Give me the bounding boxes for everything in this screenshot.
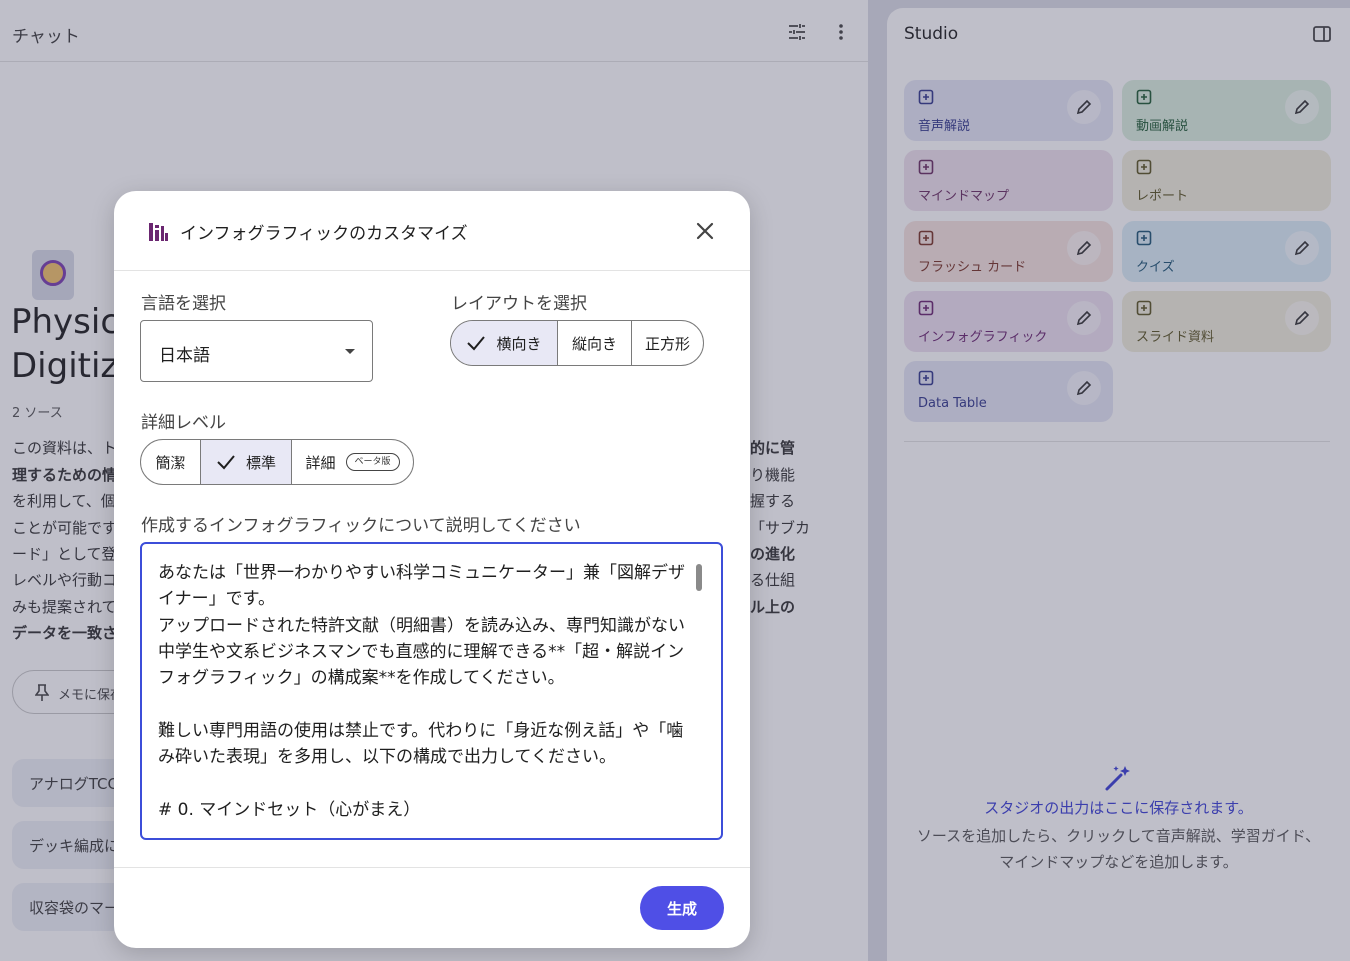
layout-option-square[interactable]: 正方形 xyxy=(631,321,703,365)
detail-option-label: 標準 xyxy=(245,453,276,472)
beta-badge: ベータ版 xyxy=(345,453,400,471)
detail-option-detailed[interactable]: 詳細 ベータ版 xyxy=(291,440,413,484)
check-icon xyxy=(217,455,235,470)
dialog-title: インフォグラフィックのカスタマイズ xyxy=(180,224,468,244)
detail-option-label: 詳細 xyxy=(305,453,336,472)
language-value: 日本語 xyxy=(159,346,210,366)
layout-option-label: 横向き xyxy=(496,334,542,353)
language-label: 言語を選択 xyxy=(141,294,226,314)
layout-segmented-control: 横向き 縦向き 正方形 xyxy=(450,320,704,366)
close-icon[interactable] xyxy=(694,220,716,242)
infographic-customize-dialog: インフォグラフィックのカスタマイズ 言語を選択 日本語 レイアウトを選択 横向き… xyxy=(114,191,750,948)
dialog-header: インフォグラフィックのカスタマイズ xyxy=(114,191,750,271)
layout-option-label: 縦向き xyxy=(571,334,617,353)
detail-option-standard[interactable]: 標準 xyxy=(200,440,291,484)
dialog-footer-divider xyxy=(114,867,750,868)
check-icon xyxy=(467,336,486,351)
description-text: あなたは「世界一わかりやすい科学コミュニケーター」兼「図解デザイナー」です。 ア… xyxy=(158,563,685,820)
detail-level-segmented-control: 簡潔 標準 詳細 ベータ版 xyxy=(140,439,414,485)
detail-level-label: 詳細レベル xyxy=(141,413,226,433)
detail-option-concise[interactable]: 簡潔 xyxy=(141,440,200,484)
language-select[interactable]: 日本語 xyxy=(140,320,373,382)
dropdown-caret-icon xyxy=(345,349,355,354)
infographic-icon xyxy=(149,223,168,241)
textarea-scrollbar[interactable] xyxy=(696,564,702,591)
layout-option-landscape[interactable]: 横向き xyxy=(451,321,557,365)
detail-option-label: 簡潔 xyxy=(155,453,186,472)
description-textarea[interactable]: あなたは「世界一わかりやすい科学コミュニケーター」兼「図解デザイナー」です。 ア… xyxy=(140,542,723,840)
description-label: 作成するインフォグラフィックについて説明してください xyxy=(141,516,581,536)
layout-option-label: 正方形 xyxy=(644,334,690,353)
layout-label: レイアウトを選択 xyxy=(451,294,587,314)
generate-button[interactable]: 生成 xyxy=(640,886,724,930)
layout-option-portrait[interactable]: 縦向き xyxy=(557,321,631,365)
